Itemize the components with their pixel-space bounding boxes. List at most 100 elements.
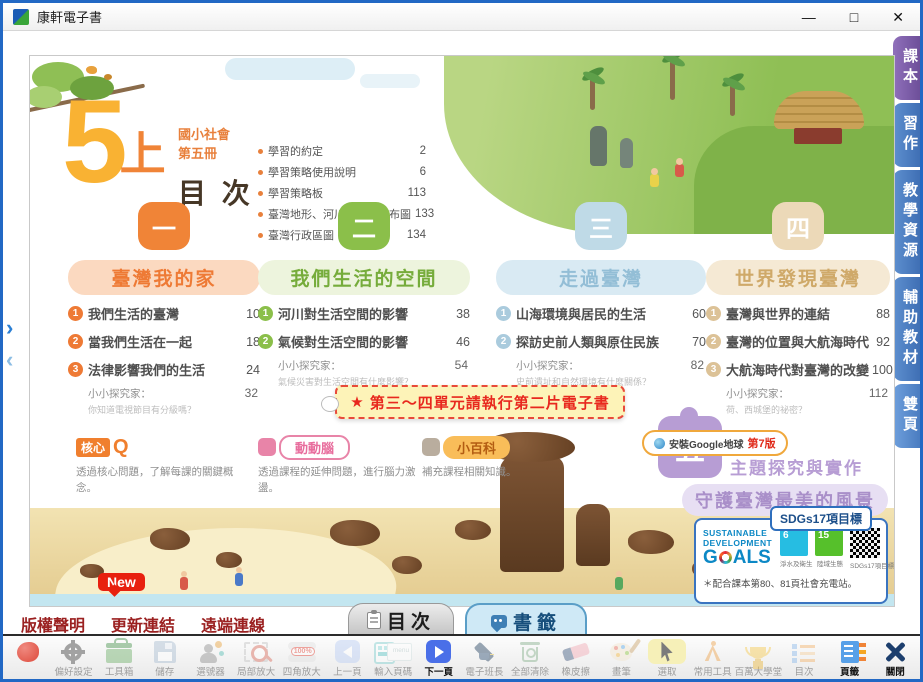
tab-textbook[interactable]: 課本: [893, 36, 920, 100]
quiz-button[interactable]: 百萬大學堂: [736, 636, 782, 679]
unit-4-title[interactable]: 世界發現臺灣: [706, 260, 890, 295]
common-tools-button[interactable]: 常用工具: [690, 636, 736, 679]
palette-icon: [610, 643, 632, 661]
bullet-icon: [258, 149, 263, 154]
sdg-goal-15-icon: 15 陸域生態: [815, 528, 845, 568]
unit-2-column: 二 我們生活的空間 1 河川對生活空間的影響 38 2 氣候對生活空間的影響 4…: [258, 202, 470, 388]
front-matter-item[interactable]: 學習的約定 2: [258, 143, 426, 159]
unit-1-title[interactable]: 臺灣我的家: [68, 260, 260, 295]
hut-roof-illustration: [774, 91, 864, 129]
zoom-area-button[interactable]: 局部放大: [233, 636, 279, 679]
bookmark-bubble-icon: [491, 615, 507, 628]
mascot-tool[interactable]: [5, 636, 51, 679]
unit-1-number-icon: 一: [138, 202, 190, 250]
unit-3-column: 三 走過臺灣 1 山海環境與居民的生活 60 2 探訪史前人類與原住民族 70 …: [496, 202, 706, 388]
number-picker-button[interactable]: 選號器: [188, 636, 234, 679]
lesson-row[interactable]: 1 山海環境與居民的生活 60: [496, 304, 706, 323]
tab-teaching-resources[interactable]: 教學資源: [893, 170, 920, 274]
subject-name: 國小社會: [178, 126, 254, 145]
bullet-icon: [258, 170, 263, 175]
mascot-icon: [17, 642, 39, 662]
sdg-note: ＊配合課本第80、81頁社會充電站。: [703, 576, 880, 590]
lesson-row[interactable]: 1 河川對生活空間的影響 38: [258, 304, 470, 323]
page-tabs-button[interactable]: 頁籤: [827, 636, 873, 679]
legend-encyclopedia: 小百科 補充課程相關知識。: [422, 436, 574, 480]
unit-3-title[interactable]: 走過臺灣: [496, 260, 706, 295]
unit-5-title: 主題探究與實作: [730, 454, 863, 479]
volume-name: 第五冊: [178, 145, 254, 164]
sdg-17-goals-button[interactable]: SDGs17項目標: [770, 506, 872, 531]
tab-aux-materials[interactable]: 輔助教材: [893, 277, 920, 381]
tab-dual-page[interactable]: 雙頁: [893, 384, 920, 448]
maximize-button[interactable]: □: [850, 10, 858, 24]
clipboard-icon: [367, 612, 381, 629]
lesson-row[interactable]: 2 臺灣的位置與大航海時代 92: [706, 332, 890, 351]
number-picker-icon: [198, 641, 222, 663]
rock: [628, 530, 674, 554]
globe-icon: [654, 438, 665, 449]
explorer-row[interactable]: 小小探究家： 112 荷、西城堡的祕密？: [706, 386, 890, 416]
explorer-row[interactable]: 小小探究家： 82 史前遺址和自然環境有什麼關係？: [496, 358, 706, 388]
app-title: 康軒電子書: [37, 7, 102, 26]
lesson-row[interactable]: 1 臺灣與世界的連結 88: [706, 304, 890, 323]
bottom-toolbar: 偏好設定 工具箱 儲存 選號器 局部放大 100% 四角放大 上一頁 menu …: [3, 634, 920, 679]
close-app-button[interactable]: 關閉: [872, 636, 918, 679]
lesson-row[interactable]: 2 探訪史前人類與原住民族 70: [496, 332, 706, 351]
lesson-row[interactable]: 1 我們生活的臺灣 10: [68, 304, 260, 323]
unit-3-number-icon: 三: [575, 202, 627, 250]
tab-workbook[interactable]: 習作: [893, 103, 920, 167]
app-logo-icon: [13, 9, 29, 25]
new-badge: New: [98, 573, 145, 591]
class-monitor-button[interactable]: 電子班長: [462, 636, 508, 679]
book-page: 5 上 國小社會 第五冊 目 次 學習的約定 2 學習策略使用說明 6 學習策略…: [29, 55, 895, 607]
lesson-row[interactable]: 2 氣候對生活空間的影響 46: [258, 332, 470, 351]
toolbox-button[interactable]: 工具箱: [96, 636, 142, 679]
explorer-row[interactable]: 小小探究家： 32 你知道電視節目有分級嗎？: [68, 386, 260, 416]
walking-person-illustration: [615, 577, 623, 590]
hut-wall-illustration: [794, 128, 842, 144]
walking-person-illustration: [235, 573, 243, 586]
lesson-row[interactable]: 3 大航海時代對臺灣的改變 100: [706, 360, 890, 379]
lesson-row[interactable]: 3 法律影響我們的生活 24: [68, 360, 260, 379]
unit-2-title[interactable]: 我們生活的空間: [258, 260, 470, 295]
preferences-button[interactable]: 偏好設定: [51, 636, 97, 679]
legend-core-q: 核心 Q 透過核心問題，了解每課的關鍵概念。: [76, 436, 246, 497]
side-tab-strip: 課本 習作 教學資源 輔助教材 雙頁: [893, 36, 920, 448]
rock: [150, 528, 190, 550]
graduation-cap-icon: [470, 642, 498, 662]
toc-list-icon: [792, 642, 816, 662]
unit-2-number-icon: 二: [338, 202, 390, 250]
page-back-arrow[interactable]: ‹: [6, 347, 13, 373]
unit-1-column: 一 臺灣我的家 1 我們生活的臺灣 10 2 當我們生活在一起 18 3 法律影…: [68, 202, 260, 416]
rock: [216, 552, 242, 568]
rock: [330, 520, 380, 546]
eraser-button[interactable]: 橡皮擦: [553, 636, 599, 679]
brush-button[interactable]: 畫筆: [599, 636, 645, 679]
explorer-row[interactable]: 小小探究家： 54 氣候災害對生活空間有什麼影響？: [258, 358, 470, 388]
install-google-earth-button[interactable]: 安裝Google地球 第7版: [642, 430, 788, 456]
sdg-goal-6-icon: 6 淨水及衛生: [780, 528, 810, 568]
prev-page-icon: [335, 640, 360, 663]
save-button[interactable]: 儲存: [142, 636, 188, 679]
front-matter-item[interactable]: 學習策略使用說明 6: [258, 164, 426, 180]
next-page-button[interactable]: 下一頁: [416, 636, 462, 679]
grade-heading: 5 上: [62, 86, 166, 198]
front-matter-item[interactable]: 學習策略板 113: [258, 185, 426, 201]
toc-button[interactable]: 目次: [781, 636, 827, 679]
title-bar: 康軒電子書 — □ ✕: [3, 3, 920, 31]
sdg-logo: SUSTAINABLE DEVELOPMENT G ALS: [703, 528, 775, 567]
grade-number: 5: [62, 86, 124, 198]
page-forward-arrow[interactable]: ›: [6, 315, 13, 341]
walking-kid-illustration: [675, 164, 684, 177]
clear-all-button[interactable]: 全部清除: [507, 636, 553, 679]
bookmark-tab[interactable]: 書籤: [465, 603, 587, 637]
toc-tab[interactable]: 目次: [348, 603, 454, 637]
select-button[interactable]: 選取: [644, 636, 690, 679]
page-input-button[interactable]: menu 輸入頁碼: [370, 636, 416, 679]
lesson-row[interactable]: 2 當我們生活在一起 18: [68, 332, 260, 351]
zoom-corner-button[interactable]: 100% 四角放大: [279, 636, 325, 679]
close-button[interactable]: ✕: [892, 10, 904, 24]
gear-icon: [64, 643, 82, 661]
prev-page-button[interactable]: 上一頁: [325, 636, 371, 679]
minimize-button[interactable]: —: [802, 10, 816, 24]
